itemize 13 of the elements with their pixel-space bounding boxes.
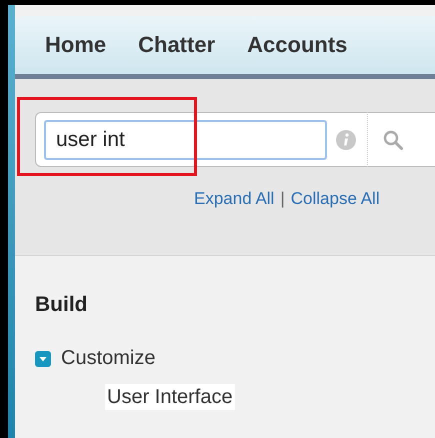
- info-icon[interactable]: [335, 128, 357, 150]
- search-icon[interactable]: [382, 128, 404, 150]
- nav-tab[interactable]: Accounts: [237, 32, 358, 58]
- tree-subitem[interactable]: User Interface: [105, 384, 235, 410]
- nav-tab[interactable]: Chatter: [128, 32, 226, 58]
- section-heading: Build: [35, 293, 88, 317]
- collapse-icon[interactable]: [35, 350, 51, 366]
- nav-tab[interactable]: Home: [35, 32, 116, 58]
- link-separator: |: [280, 189, 285, 209]
- tree-item[interactable]: Customize: [61, 347, 156, 370]
- tree-link[interactable]: Collapse All: [290, 189, 380, 209]
- search-field[interactable]: user int: [44, 120, 327, 160]
- tree-link[interactable]: Expand All: [194, 189, 274, 209]
